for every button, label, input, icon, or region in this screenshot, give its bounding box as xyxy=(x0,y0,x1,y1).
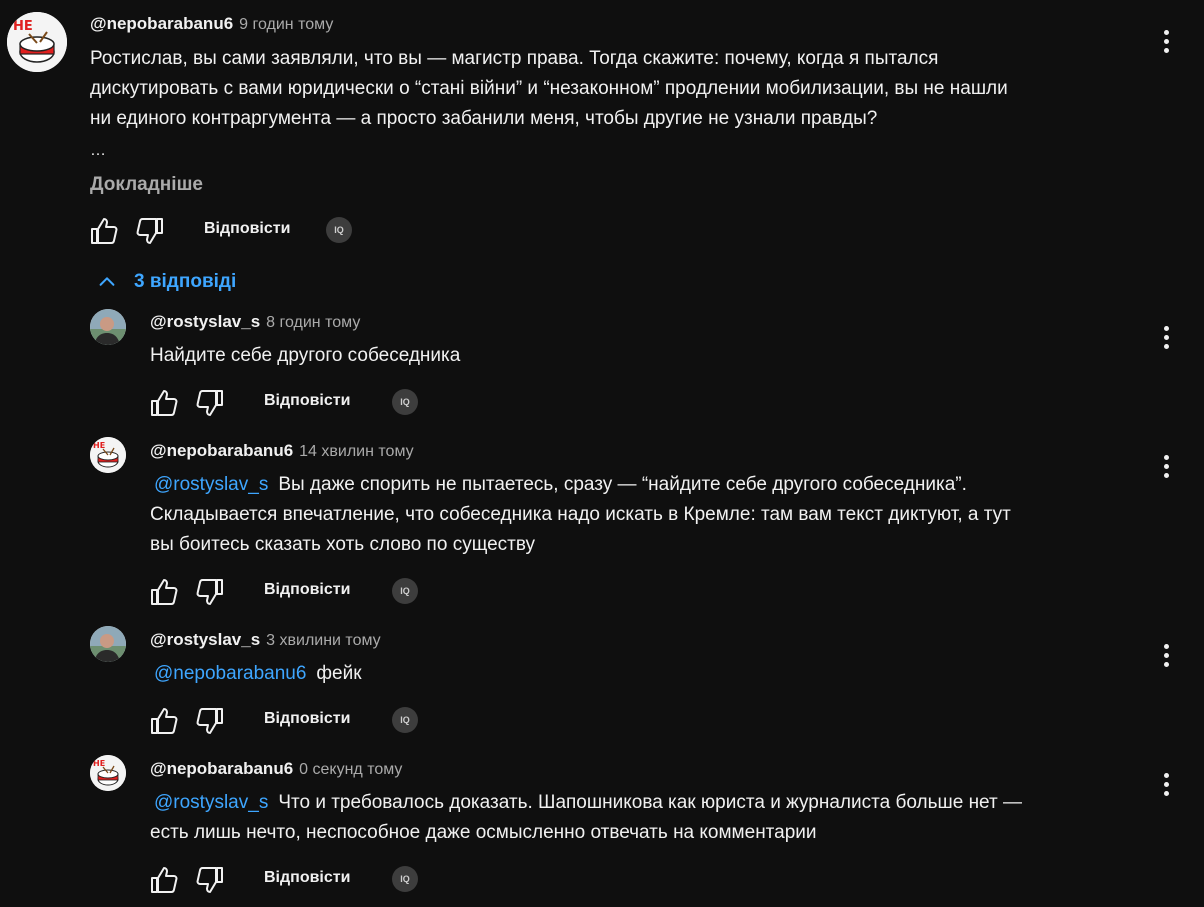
reply-actions: Відповісти IQ xyxy=(148,387,448,427)
reply-text: @rostyslav_s Что и требовалось доказать. … xyxy=(150,788,1130,848)
text-line: Ростислав, вы сами заявляли, что вы — ма… xyxy=(90,48,939,69)
more-options-icon[interactable] xyxy=(1164,455,1170,481)
avatar[interactable]: НЕ xyxy=(90,437,126,473)
svg-text:НЕ: НЕ xyxy=(93,759,105,768)
reply-text: @nepobarabanu6 фейк xyxy=(150,659,1130,689)
reply-button[interactable]: Відповісти xyxy=(264,392,350,410)
reply-button[interactable]: Відповісти xyxy=(204,220,290,238)
text-line: вы боитесь сказать хоть слово по существ… xyxy=(150,534,536,555)
like-icon[interactable] xyxy=(148,387,180,419)
reply-header: @nepobarabanu6 14 хвилин тому xyxy=(150,441,414,461)
text-line: дискутировать с вами юридически о “стані… xyxy=(90,78,1008,99)
reply-actions: Відповісти IQ xyxy=(148,576,448,616)
text-line: есть лишь нечто, неспособное даже осмысл… xyxy=(150,822,817,843)
dislike-icon[interactable] xyxy=(194,705,226,737)
reply-author[interactable]: @rostyslav_s xyxy=(150,630,260,649)
comment-time[interactable]: 9 годин тому xyxy=(239,16,333,33)
reply-actions: Відповісти IQ xyxy=(148,864,448,904)
iq-badge-icon[interactable]: IQ xyxy=(392,578,418,604)
text-ellipsis: … xyxy=(90,142,106,159)
avatar[interactable]: НЕ xyxy=(90,755,126,791)
avatar[interactable] xyxy=(90,626,126,662)
reply-time[interactable]: 0 секунд тому xyxy=(299,761,402,778)
iq-badge-icon[interactable]: IQ xyxy=(326,217,352,243)
reply-header: @rostyslav_s 8 годин тому xyxy=(150,312,360,332)
drum-logo-icon: НЕ xyxy=(7,12,67,72)
replies-toggle-button[interactable]: 3 відповіді xyxy=(96,268,236,296)
comment-actions: Відповісти IQ xyxy=(88,215,388,255)
reply-actions: Відповісти IQ xyxy=(148,705,448,745)
avatar[interactable]: НЕ xyxy=(7,12,67,72)
dislike-icon[interactable] xyxy=(194,576,226,608)
reply-time[interactable]: 8 годин тому xyxy=(266,314,360,331)
text-line: @rostyslav_s Вы даже спорить не пытаетесь… xyxy=(154,474,967,495)
drum-logo-icon: НЕ xyxy=(90,437,126,473)
reply-author[interactable]: @nepobarabanu6 xyxy=(150,441,293,460)
replies-count: 3 відповіді xyxy=(134,271,237,292)
reply-header: @rostyslav_s 3 хвилини тому xyxy=(150,630,381,650)
reply-button[interactable]: Відповісти xyxy=(264,581,350,599)
more-options-icon[interactable] xyxy=(1164,644,1170,670)
comment-header: @nepobarabanu6 9 годин тому xyxy=(90,14,333,34)
dislike-icon[interactable] xyxy=(194,387,226,419)
mention-link[interactable]: @rostyslav_s xyxy=(154,474,268,495)
svg-text:НЕ: НЕ xyxy=(13,19,33,34)
more-options-icon[interactable] xyxy=(1164,30,1170,56)
reply-author[interactable]: @nepobarabanu6 xyxy=(150,759,293,778)
avatar[interactable] xyxy=(90,309,126,345)
iq-badge-icon[interactable]: IQ xyxy=(392,866,418,892)
dislike-icon[interactable] xyxy=(194,864,226,896)
more-options-icon[interactable] xyxy=(1164,326,1170,352)
mention-link[interactable]: @rostyslav_s xyxy=(154,792,268,813)
svg-text:НЕ: НЕ xyxy=(93,441,105,450)
comment-text: Ростислав, вы сами заявляли, что вы — ма… xyxy=(90,44,1070,134)
mention-link[interactable]: @nepobarabanu6 xyxy=(154,663,306,684)
reply-header: @nepobarabanu6 0 секунд тому xyxy=(150,759,402,779)
reply-text: Найдите себе другого собеседника xyxy=(150,341,1130,371)
drum-logo-icon: НЕ xyxy=(90,755,126,791)
text-line: @rostyslav_s Что и требовалось доказать. … xyxy=(154,792,1022,813)
like-icon[interactable] xyxy=(148,576,180,608)
reply-button[interactable]: Відповісти xyxy=(264,710,350,728)
reply-text: @rostyslav_s Вы даже спорить не пытаетесь… xyxy=(150,470,1130,560)
reply-button[interactable]: Відповісти xyxy=(264,869,350,887)
text-line: ни единого контраргумента — а просто заб… xyxy=(90,108,878,129)
more-options-icon[interactable] xyxy=(1164,773,1170,799)
like-icon[interactable] xyxy=(88,215,120,247)
read-more-button[interactable]: Докладніше xyxy=(90,174,203,196)
iq-badge-icon[interactable]: IQ xyxy=(392,389,418,415)
text-line: Найдите себе другого собеседника xyxy=(150,345,461,366)
like-icon[interactable] xyxy=(148,864,180,896)
reply-time[interactable]: 14 хвилин тому xyxy=(299,443,413,460)
text-line: Складывается впечатление, что собеседник… xyxy=(150,504,1011,525)
text-line: @nepobarabanu6 фейк xyxy=(154,663,362,684)
reply-time[interactable]: 3 хвилини тому xyxy=(266,632,381,649)
dislike-icon[interactable] xyxy=(134,215,166,247)
reply-author[interactable]: @rostyslav_s xyxy=(150,312,260,331)
comments-section: НЕ @nepobarabanu6 9 годин тому Ростислав,… xyxy=(0,0,1204,907)
user-photo-icon xyxy=(90,626,126,662)
chevron-up-icon xyxy=(99,277,115,286)
iq-badge-icon[interactable]: IQ xyxy=(392,707,418,733)
user-photo-icon xyxy=(90,309,126,345)
like-icon[interactable] xyxy=(148,705,180,737)
comment-author[interactable]: @nepobarabanu6 xyxy=(90,14,233,33)
